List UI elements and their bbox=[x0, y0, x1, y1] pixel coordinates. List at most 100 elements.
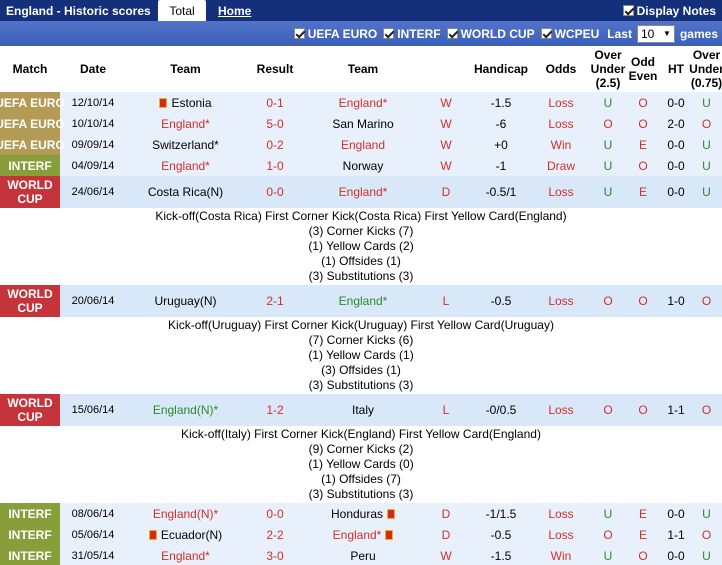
display-notes-checkbox[interactable] bbox=[622, 5, 634, 16]
match-type-badge: INTERF bbox=[0, 503, 60, 524]
handicap-value-text: -1.5 bbox=[490, 548, 512, 563]
over-under-value: U bbox=[591, 155, 625, 176]
over-under-value: U bbox=[591, 545, 625, 565]
match-result-text: 3-0 bbox=[266, 548, 284, 563]
filter-euro[interactable]: UEFA EURO bbox=[293, 27, 377, 41]
display-notes-toggle[interactable]: Display Notes bbox=[622, 4, 722, 18]
odds-result: Loss bbox=[531, 394, 591, 426]
tab-total[interactable]: Total bbox=[158, 0, 206, 21]
home-team[interactable]: England* bbox=[126, 545, 245, 565]
odd-even-value-text: O bbox=[638, 403, 648, 417]
title-bar: England - Historic scores Total Home Dis… bbox=[0, 0, 722, 21]
away-team-name: England* bbox=[338, 185, 388, 199]
odd-even-value-text: O bbox=[638, 116, 648, 131]
col-match: Match bbox=[12, 62, 48, 76]
over-under-075-value-text: U bbox=[702, 506, 711, 521]
match-result[interactable]: 3-0 bbox=[245, 545, 305, 565]
away-team[interactable]: England bbox=[305, 134, 421, 155]
over-under-075-value: U bbox=[691, 176, 722, 208]
home-team[interactable]: Estonia bbox=[126, 92, 245, 113]
away-team[interactable]: San Marino bbox=[305, 113, 421, 134]
over-under-value-text: U bbox=[603, 506, 613, 521]
match-type-text: UEFA EURO bbox=[0, 116, 65, 131]
away-team-name: England bbox=[340, 137, 386, 152]
match-events-line: Kick-off(Italy) First Corner Kick(Englan… bbox=[181, 427, 541, 441]
red-card-icon bbox=[387, 508, 396, 519]
win-loss-text: W bbox=[440, 116, 452, 131]
halftime-score: 2-0 bbox=[661, 113, 691, 134]
away-team-name: San Marino bbox=[332, 116, 394, 131]
filter-worldcup-checkbox[interactable] bbox=[446, 28, 458, 39]
last-games-value: 10 bbox=[640, 26, 655, 41]
filter-interf-checkbox[interactable] bbox=[383, 28, 395, 39]
match-date-text: 08/06/14 bbox=[71, 507, 115, 520]
away-team[interactable]: England* bbox=[305, 285, 421, 317]
away-team[interactable]: Italy bbox=[305, 394, 421, 426]
match-result[interactable]: 0-2 bbox=[245, 134, 305, 155]
match-type-text: INTERF bbox=[8, 527, 52, 542]
match-result-text: 0-0 bbox=[266, 506, 284, 521]
away-team[interactable]: England* bbox=[305, 176, 421, 208]
handicap-value-text: -0/0.5 bbox=[485, 403, 517, 417]
halftime-score: 1-1 bbox=[661, 524, 691, 545]
over-under-value-text: U bbox=[603, 95, 613, 110]
odds-result-text: Loss bbox=[548, 185, 574, 199]
match-date-text: 09/09/14 bbox=[71, 138, 115, 151]
over-under-075-value-text: O bbox=[701, 403, 712, 417]
handicap-value: -1 bbox=[471, 155, 531, 176]
match-result[interactable]: 2-1 bbox=[245, 285, 305, 317]
home-team[interactable]: England(N)* bbox=[126, 503, 245, 524]
away-team[interactable]: Honduras bbox=[305, 503, 421, 524]
last-games-select[interactable]: 10 ▼ bbox=[636, 24, 675, 43]
away-team-name: Peru bbox=[350, 548, 376, 563]
over-under-value-text: U bbox=[603, 158, 613, 173]
home-team[interactable]: England* bbox=[126, 113, 245, 134]
win-loss: L bbox=[421, 285, 471, 317]
match-stat-line: (3) Offsides (1) bbox=[321, 363, 401, 377]
filter-interf[interactable]: INTERF bbox=[383, 27, 441, 41]
over-under-075-value-text: U bbox=[702, 158, 711, 173]
match-result[interactable]: 0-0 bbox=[245, 176, 305, 208]
away-team[interactable]: England* bbox=[305, 92, 421, 113]
away-team-name: England* bbox=[338, 294, 388, 308]
over-under-value-text: U bbox=[603, 548, 613, 563]
filter-worldcup[interactable]: WORLD CUP bbox=[446, 27, 535, 41]
match-type-text: UEFA EURO bbox=[0, 95, 65, 110]
home-team[interactable]: Costa Rica(N) bbox=[126, 176, 245, 208]
handicap-value: +0 bbox=[471, 134, 531, 155]
home-team[interactable]: England(N)* bbox=[126, 394, 245, 426]
match-result[interactable]: 2-2 bbox=[245, 524, 305, 545]
home-team[interactable]: Uruguay(N) bbox=[126, 285, 245, 317]
filter-wcpeu[interactable]: WCPEU bbox=[540, 27, 599, 41]
filter-euro-checkbox[interactable] bbox=[293, 28, 305, 39]
match-result[interactable]: 1-0 bbox=[245, 155, 305, 176]
match-result[interactable]: 0-0 bbox=[245, 503, 305, 524]
col-team2: Team bbox=[347, 62, 379, 76]
away-team[interactable]: England* bbox=[305, 524, 421, 545]
over-under-value-text: O bbox=[603, 527, 613, 542]
home-team-name: England(N)* bbox=[152, 506, 219, 521]
match-result[interactable]: 0-1 bbox=[245, 92, 305, 113]
home-team-name: Ecuador(N) bbox=[160, 527, 223, 542]
match-date: 15/06/14 bbox=[60, 394, 126, 426]
home-team[interactable]: England* bbox=[126, 155, 245, 176]
tab-home[interactable]: Home bbox=[218, 0, 251, 21]
away-team[interactable]: Peru bbox=[305, 545, 421, 565]
match-date: 08/06/14 bbox=[60, 503, 126, 524]
home-team[interactable]: Switzerland* bbox=[126, 134, 245, 155]
odd-even-value: E bbox=[625, 524, 661, 545]
match-stat-line: (3) Substitutions (3) bbox=[308, 269, 414, 283]
away-team[interactable]: Norway bbox=[305, 155, 421, 176]
match-stat-line: (1) Offsides (7) bbox=[321, 472, 401, 486]
home-team[interactable]: Ecuador(N) bbox=[126, 524, 245, 545]
match-type-badge: INTERF bbox=[0, 524, 60, 545]
match-date-text: 10/10/14 bbox=[71, 117, 115, 130]
match-result[interactable]: 5-0 bbox=[245, 113, 305, 134]
halftime-score: 1-1 bbox=[661, 394, 691, 426]
match-date-text: 12/10/14 bbox=[71, 96, 115, 109]
filter-wcpeu-checkbox[interactable] bbox=[540, 28, 552, 39]
match-type-text: WORLD CUP bbox=[7, 287, 53, 315]
match-type-text: INTERF bbox=[8, 548, 52, 563]
match-date: 12/10/14 bbox=[60, 92, 126, 113]
match-result[interactable]: 1-2 bbox=[245, 394, 305, 426]
